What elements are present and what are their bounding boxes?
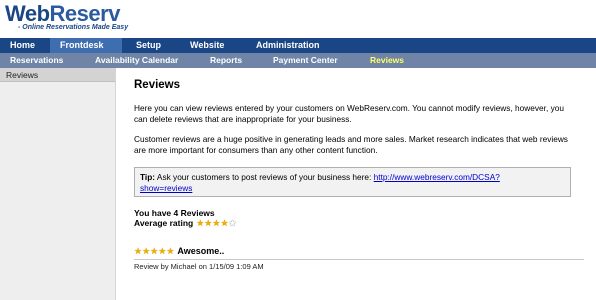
page-title: Reviews — [134, 79, 181, 91]
tip-box: Tip: Ask your customers to post reviews … — [134, 167, 571, 197]
nav-administration[interactable]: Administration — [242, 38, 330, 53]
nav-website[interactable]: Website — [176, 38, 242, 53]
average-rating-stars: ★ ★ ★ ★ ★ — [196, 217, 237, 228]
sidebar: Reviews — [0, 68, 116, 300]
logo-tagline: - Online Reservations Made Easy — [18, 24, 129, 31]
review-count: You have 4 Reviews — [134, 208, 215, 218]
review-divider — [134, 259, 584, 260]
subnav-payment-center[interactable]: Payment Center — [273, 53, 338, 68]
review-header: ★ ★ ★ ★ ★ Awesome.. — [134, 246, 596, 256]
primary-nav: Home Frontdesk Setup Website Administrat… — [0, 38, 596, 53]
logo-brand-part1: Web — [5, 1, 50, 26]
tip-link-line1: http://www.webreserv.com/DCSA? — [373, 172, 500, 182]
header: WebReserv - Online Reservations Made Eas… — [0, 0, 596, 38]
tip-label: Tip: — [140, 172, 156, 182]
sidebar-item-reviews[interactable]: Reviews — [0, 68, 115, 82]
tip-link-line2: show=reviews — [140, 183, 193, 193]
main-content: Reviews Here you can view reviews entere… — [116, 68, 596, 300]
review-meta: Review by Michael on 1/15/09 1:09 AM — [134, 262, 264, 271]
review-stars: ★ ★ ★ ★ ★ — [134, 245, 175, 256]
intro-paragraph: Here you can view reviews entered by you… — [134, 103, 564, 124]
average-rating: Average rating ★ ★ ★ ★ ★ — [134, 218, 596, 228]
review-item: ★ ★ ★ ★ ★ Awesome.. Review by Michael on 1/1… — [134, 246, 596, 271]
star-filled-icon: ★ — [220, 217, 229, 228]
logo-brand-part2: Reserv — [49, 1, 121, 26]
average-rating-label: Average rating — [134, 218, 194, 228]
nav-home[interactable]: Home — [0, 38, 50, 53]
tip-text: Ask your customers to post reviews of yo… — [155, 172, 374, 182]
nav-frontdesk[interactable]: Frontdesk — [50, 38, 122, 53]
star-filled-icon: ★ — [142, 245, 151, 256]
subnav-reviews[interactable]: Reviews — [370, 53, 404, 68]
subnav-availability-calendar[interactable]: Availability Calendar — [95, 53, 178, 68]
star-filled-icon: ★ — [134, 245, 143, 256]
star-empty-icon: ★ — [228, 217, 237, 228]
subnav-reports[interactable]: Reports — [210, 53, 242, 68]
secondary-nav: Reservations Availability Calendar Repor… — [0, 53, 596, 68]
logo[interactable]: WebReserv — [5, 3, 120, 25]
review-summary: You have 4 Reviews Average rating ★ ★ ★ ★ ★ — [134, 208, 596, 228]
review-title: Awesome.. — [177, 246, 225, 256]
nav-setup[interactable]: Setup — [122, 38, 176, 53]
info-paragraph: Customer reviews are a huge positive in … — [134, 134, 568, 155]
star-filled-icon: ★ — [166, 245, 175, 256]
subnav-reservations[interactable]: Reservations — [10, 53, 63, 68]
